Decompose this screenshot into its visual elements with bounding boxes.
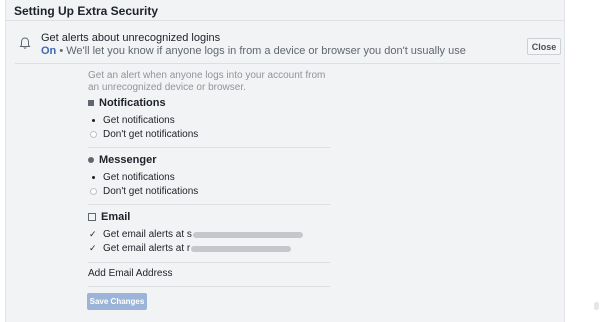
panel-title: Setting Up Extra Security xyxy=(14,4,159,18)
notifications-option-on[interactable]: Get notifications xyxy=(88,115,175,126)
edge-fragment xyxy=(594,302,599,310)
checkmark-icon[interactable]: ✓ xyxy=(89,229,97,240)
option-label: Get email alerts at r xyxy=(103,243,191,254)
messenger-heading-label: Messenger xyxy=(99,154,157,166)
option-label: Don't get notifications xyxy=(103,129,199,140)
divider xyxy=(88,286,330,287)
add-email-link[interactable]: Add Email Address xyxy=(88,268,173,279)
divider xyxy=(88,204,330,205)
alerts-status: On • We'll let you know if anyone logs i… xyxy=(41,45,466,57)
messenger-heading: Messenger xyxy=(88,154,156,166)
status-on-label: On xyxy=(41,45,57,57)
title-divider xyxy=(6,20,564,21)
redacted-email xyxy=(191,245,292,252)
option-label: Don't get notifications xyxy=(103,186,199,197)
option-label: Get notifications xyxy=(103,115,175,126)
option-label: Get email alerts at s xyxy=(103,229,192,240)
notifications-option-off[interactable]: Don't get notifications xyxy=(88,129,198,140)
messenger-icon xyxy=(88,157,94,163)
section-divider xyxy=(15,63,560,64)
email-icon xyxy=(88,213,96,221)
divider xyxy=(88,262,330,263)
selected-bullet-icon xyxy=(92,176,95,179)
status-text: • We'll let you know if anyone logs in f… xyxy=(56,45,466,57)
messenger-option-off[interactable]: Don't get notifications xyxy=(88,186,198,197)
email-option-2[interactable]: ✓ Get email alerts at r xyxy=(88,243,292,254)
notifications-heading-label: Notifications xyxy=(99,97,166,109)
login-alerts-row: Get alerts about unrecognized logins On … xyxy=(6,22,564,62)
checkmark-icon[interactable]: ✓ xyxy=(89,243,97,254)
description: Get an alert when anyone logs into your … xyxy=(88,70,326,93)
radio-icon[interactable] xyxy=(90,188,97,195)
close-button[interactable]: Close xyxy=(527,38,561,55)
notifications-heading: Notifications xyxy=(88,97,166,109)
option-label: Get notifications xyxy=(103,172,175,183)
security-panel: Setting Up Extra Security Get alerts abo… xyxy=(5,0,565,322)
selected-bullet-icon xyxy=(92,119,95,122)
notifications-icon xyxy=(88,100,94,106)
email-heading: Email xyxy=(88,211,130,223)
radio-icon[interactable] xyxy=(90,131,97,138)
alerts-title: Get alerts about unrecognized logins xyxy=(41,32,221,44)
bell-icon xyxy=(19,37,31,49)
email-heading-label: Email xyxy=(101,211,131,223)
save-changes-button[interactable]: Save Changes xyxy=(87,293,147,310)
redacted-email xyxy=(192,231,303,238)
divider xyxy=(88,147,330,148)
email-option-1[interactable]: ✓ Get email alerts at s xyxy=(88,229,303,240)
messenger-option-on[interactable]: Get notifications xyxy=(88,172,175,183)
